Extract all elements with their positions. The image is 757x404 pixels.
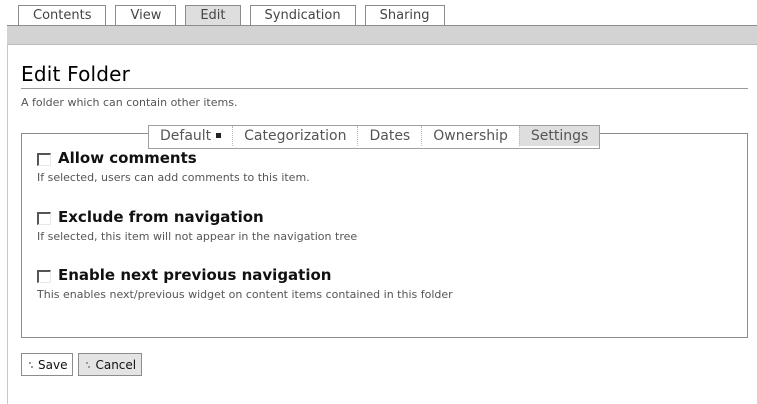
- exclude-from-navigation-label[interactable]: Exclude from navigation: [58, 208, 264, 226]
- cancel-button[interactable]: Cancel: [78, 353, 143, 376]
- grip-icon: [85, 360, 91, 370]
- cancel-button-label: Cancel: [95, 357, 137, 372]
- field-next-previous-navigation: Enable next previous navigation This ena…: [37, 266, 453, 301]
- save-button-label: Save: [38, 357, 68, 372]
- next-previous-navigation-label[interactable]: Enable next previous navigation: [58, 266, 331, 284]
- title-divider: [21, 88, 748, 89]
- field-allow-comments: Allow comments If selected, users can ad…: [37, 149, 310, 184]
- tab-view[interactable]: View: [115, 5, 177, 25]
- square-icon: [216, 132, 222, 138]
- tab-contents[interactable]: Contents: [18, 5, 107, 25]
- tab-edit[interactable]: Edit: [185, 5, 241, 25]
- form-tab-label: Default: [160, 128, 212, 144]
- field-exclude-from-navigation: Exclude from navigation If selected, thi…: [37, 208, 357, 243]
- next-previous-navigation-checkbox[interactable]: [37, 270, 51, 283]
- tab-syndication[interactable]: Syndication: [249, 5, 356, 25]
- save-button[interactable]: Save: [21, 353, 74, 376]
- left-border: [7, 25, 8, 404]
- allow-comments-label[interactable]: Allow comments: [58, 149, 197, 167]
- form-tab-dates[interactable]: Dates: [357, 126, 421, 146]
- next-previous-navigation-help: This enables next/previous widget on con…: [37, 288, 453, 301]
- exclude-from-navigation-checkbox[interactable]: [37, 212, 51, 225]
- grip-icon: [28, 360, 34, 370]
- tab-sharing[interactable]: Sharing: [364, 5, 445, 25]
- form-tab-default[interactable]: Default: [149, 126, 232, 146]
- page-title: Edit Folder: [21, 62, 131, 86]
- field-row: Exclude from navigation: [37, 208, 357, 226]
- content-actions-bar: [7, 25, 757, 45]
- exclude-from-navigation-help: If selected, this item will not appear i…: [37, 230, 358, 243]
- page-description: A folder which can contain other items.: [21, 96, 238, 109]
- form-tab-ownership[interactable]: Ownership: [421, 126, 519, 146]
- form-tab-settings[interactable]: Settings: [518, 126, 600, 146]
- allow-comments-checkbox[interactable]: [37, 153, 51, 166]
- field-row: Enable next previous navigation: [37, 266, 453, 284]
- form-tab-categorization[interactable]: Categorization: [232, 126, 357, 146]
- form-tabs: Default Categorization Dates Ownership S…: [148, 125, 601, 149]
- form-buttons: Save Cancel: [21, 353, 143, 376]
- content-views-tabs: Contents View Edit Syndication Sharing: [18, 5, 445, 25]
- field-row: Allow comments: [37, 149, 310, 167]
- allow-comments-help: If selected, users can add comments to t…: [37, 171, 310, 184]
